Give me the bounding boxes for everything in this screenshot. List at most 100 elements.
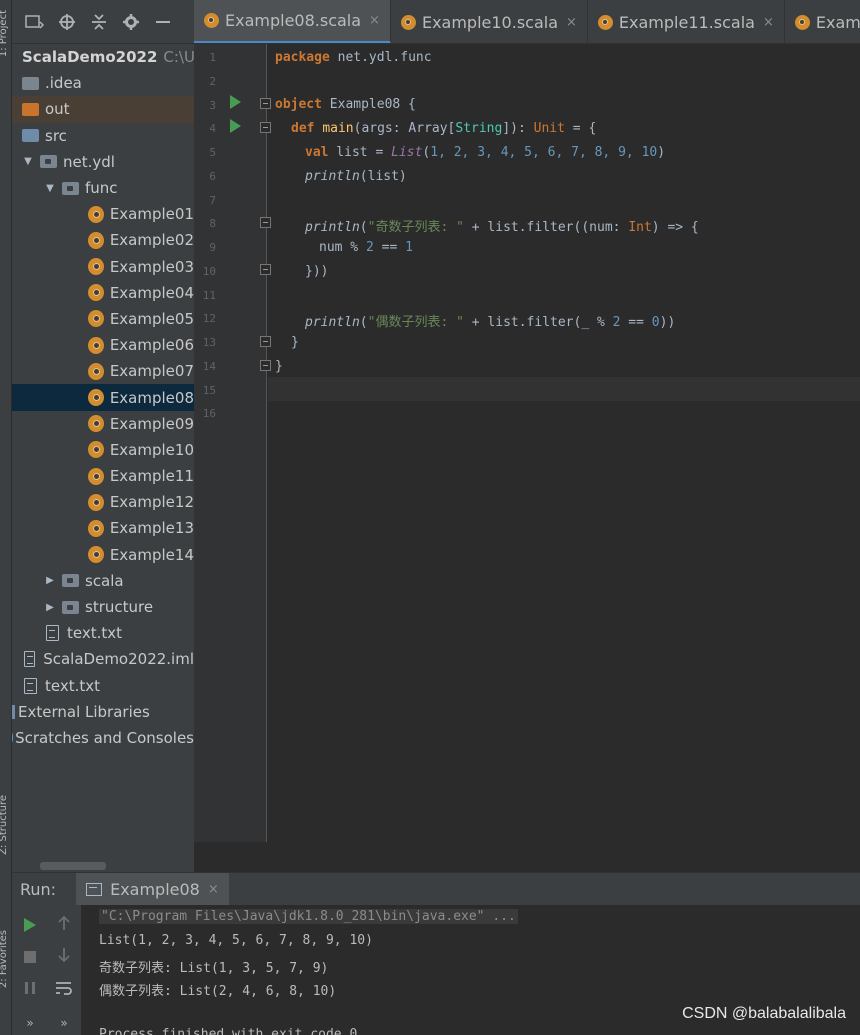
- tree-item-example06[interactable]: Example06: [12, 332, 194, 358]
- close-icon[interactable]: ×: [763, 15, 774, 30]
- tree-item-structure[interactable]: ▶ structure: [12, 594, 194, 620]
- code-text: })): [305, 264, 329, 279]
- tree-item-label: Example03: [109, 257, 194, 276]
- tab-example07[interactable]: Example07.s: [785, 0, 860, 43]
- scala-object-icon: [794, 14, 810, 30]
- tree-item-example02[interactable]: Example02: [12, 227, 194, 253]
- project-panel: ScalaDemo2022 C:\Use .idea out src ▼ net…: [12, 0, 194, 872]
- line-number: 11: [202, 289, 216, 302]
- chevron-right-icon[interactable]: ▶: [44, 602, 56, 613]
- type-keyword: Unit: [533, 121, 565, 136]
- tree-item-scala[interactable]: ▶ scala: [12, 568, 194, 594]
- tree-item-example08[interactable]: Example08: [12, 384, 194, 411]
- chevron-down-icon[interactable]: ▼: [44, 183, 56, 194]
- favorites-tool-window-button[interactable]: 2: Favorites: [0, 930, 9, 988]
- code-text: (args: Array[: [353, 121, 456, 136]
- run-tab-example08[interactable]: Example08 ×: [76, 872, 229, 906]
- fold-icon[interactable]: [260, 336, 271, 347]
- chevron-right-icon[interactable]: ▶: [44, 575, 56, 586]
- tree-item-example01[interactable]: Example01: [12, 201, 194, 227]
- tree-item-out[interactable]: out: [12, 96, 194, 123]
- tree-item-example12[interactable]: Example12: [12, 489, 194, 515]
- code-line-13: }: [291, 335, 299, 350]
- tree-item-label: .idea: [45, 74, 82, 93]
- tree-item-example14[interactable]: Example14: [12, 542, 194, 568]
- tree-item-example05[interactable]: Example05: [12, 306, 194, 332]
- package-icon: [62, 574, 79, 588]
- tree-item-iml[interactable]: ScalaDemo2022.iml: [12, 646, 194, 672]
- line-number: 2: [209, 75, 216, 88]
- tree-item-scratches[interactable]: Scratches and Consoles: [12, 725, 194, 751]
- fold-icon[interactable]: [260, 217, 271, 228]
- chevron-down-icon[interactable]: ▼: [22, 156, 34, 167]
- scala-object-icon: [204, 13, 219, 28]
- code-editor[interactable]: 1 2 3 4 5 6 7 8 9 10 11 12 13 14 15 16 p…: [194, 44, 860, 842]
- tree-item-example13[interactable]: Example13: [12, 515, 194, 541]
- run-object-icon[interactable]: [230, 95, 241, 109]
- close-icon[interactable]: ×: [208, 882, 219, 897]
- hide-icon[interactable]: [150, 9, 176, 35]
- tree-item-src[interactable]: src: [12, 123, 194, 149]
- project-view-icon[interactable]: [22, 9, 48, 35]
- type-name: String: [455, 121, 503, 136]
- scala-object-icon: [88, 258, 104, 276]
- tree-root[interactable]: ScalaDemo2022 C:\Use: [12, 44, 194, 70]
- tab-example10[interactable]: Example10.scala ×: [391, 0, 588, 43]
- close-icon[interactable]: ×: [369, 13, 380, 28]
- tree-item-label: structure: [85, 598, 154, 617]
- tree-item-label: text.txt: [45, 676, 101, 695]
- run-main-icon[interactable]: [230, 119, 241, 133]
- fold-icon[interactable]: [260, 360, 271, 371]
- stop-icon[interactable]: [20, 947, 40, 967]
- collapse-icon[interactable]: [86, 9, 112, 35]
- tree-item-label: Example09: [109, 414, 194, 433]
- horizontal-scrollbar[interactable]: [40, 862, 106, 870]
- line-number: 5: [209, 146, 216, 159]
- folder-icon: [22, 76, 39, 90]
- structure-tool-window-button[interactable]: Z: Structure: [0, 795, 9, 855]
- line-number: 6: [209, 170, 216, 183]
- tree-item-label: Example01: [109, 205, 194, 224]
- scala-object-icon: [88, 467, 104, 485]
- rerun-icon[interactable]: [20, 915, 40, 935]
- tab-example11[interactable]: Example11.scala ×: [588, 0, 785, 43]
- code-text: Example08 {: [321, 97, 416, 112]
- package-icon: [40, 155, 57, 169]
- tree-item-label: Example06: [109, 336, 194, 355]
- pause-icon[interactable]: [20, 978, 40, 998]
- fold-icon[interactable]: [260, 122, 271, 133]
- tree-item-external-libraries[interactable]: External Libraries: [12, 699, 194, 725]
- iml-file-icon: [24, 651, 36, 668]
- tree-item-net-ydl[interactable]: ▼ net.ydl: [12, 149, 194, 175]
- project-tool-window-button[interactable]: 1: Project: [0, 10, 9, 57]
- more-icon[interactable]: »: [54, 1013, 74, 1033]
- close-icon[interactable]: ×: [566, 15, 577, 30]
- console-line: List(1, 2, 3, 4, 5, 6, 7, 8, 9, 10): [99, 933, 373, 948]
- locate-icon[interactable]: [54, 9, 80, 35]
- tree-item-label: Example05: [109, 309, 194, 328]
- run-tab-label: Example08: [110, 879, 200, 899]
- tree-item-example03[interactable]: Example03: [12, 254, 194, 280]
- arrow-up-icon[interactable]: [54, 913, 74, 933]
- tree-item-example10[interactable]: Example10: [12, 437, 194, 463]
- tree-item-example11[interactable]: Example11: [12, 463, 194, 489]
- code-text: + list.filter((num:: [463, 220, 629, 235]
- line-number: 15: [202, 384, 216, 397]
- soft-wrap-icon[interactable]: [54, 978, 74, 998]
- tree-item-text-outer[interactable]: text.txt: [12, 673, 194, 699]
- tab-example08[interactable]: Example08.scala ×: [194, 0, 391, 43]
- tree-item-example07[interactable]: Example07: [12, 358, 194, 384]
- tree-item-idea[interactable]: .idea: [12, 70, 194, 96]
- arrow-down-icon[interactable]: [54, 945, 74, 965]
- tree-item-text-inner[interactable]: text.txt: [12, 620, 194, 646]
- code-text: = {: [564, 121, 597, 136]
- console-line: Process finished with exit code 0: [99, 1027, 358, 1035]
- settings-icon[interactable]: [118, 9, 144, 35]
- fold-icon[interactable]: [260, 98, 271, 109]
- more-icon[interactable]: »: [20, 1013, 40, 1033]
- fold-icon[interactable]: [260, 264, 271, 275]
- tree-item-func[interactable]: ▼ func: [12, 175, 194, 201]
- code-text: )): [659, 315, 676, 330]
- tree-item-example04[interactable]: Example04: [12, 280, 194, 306]
- tree-item-example09[interactable]: Example09: [12, 411, 194, 437]
